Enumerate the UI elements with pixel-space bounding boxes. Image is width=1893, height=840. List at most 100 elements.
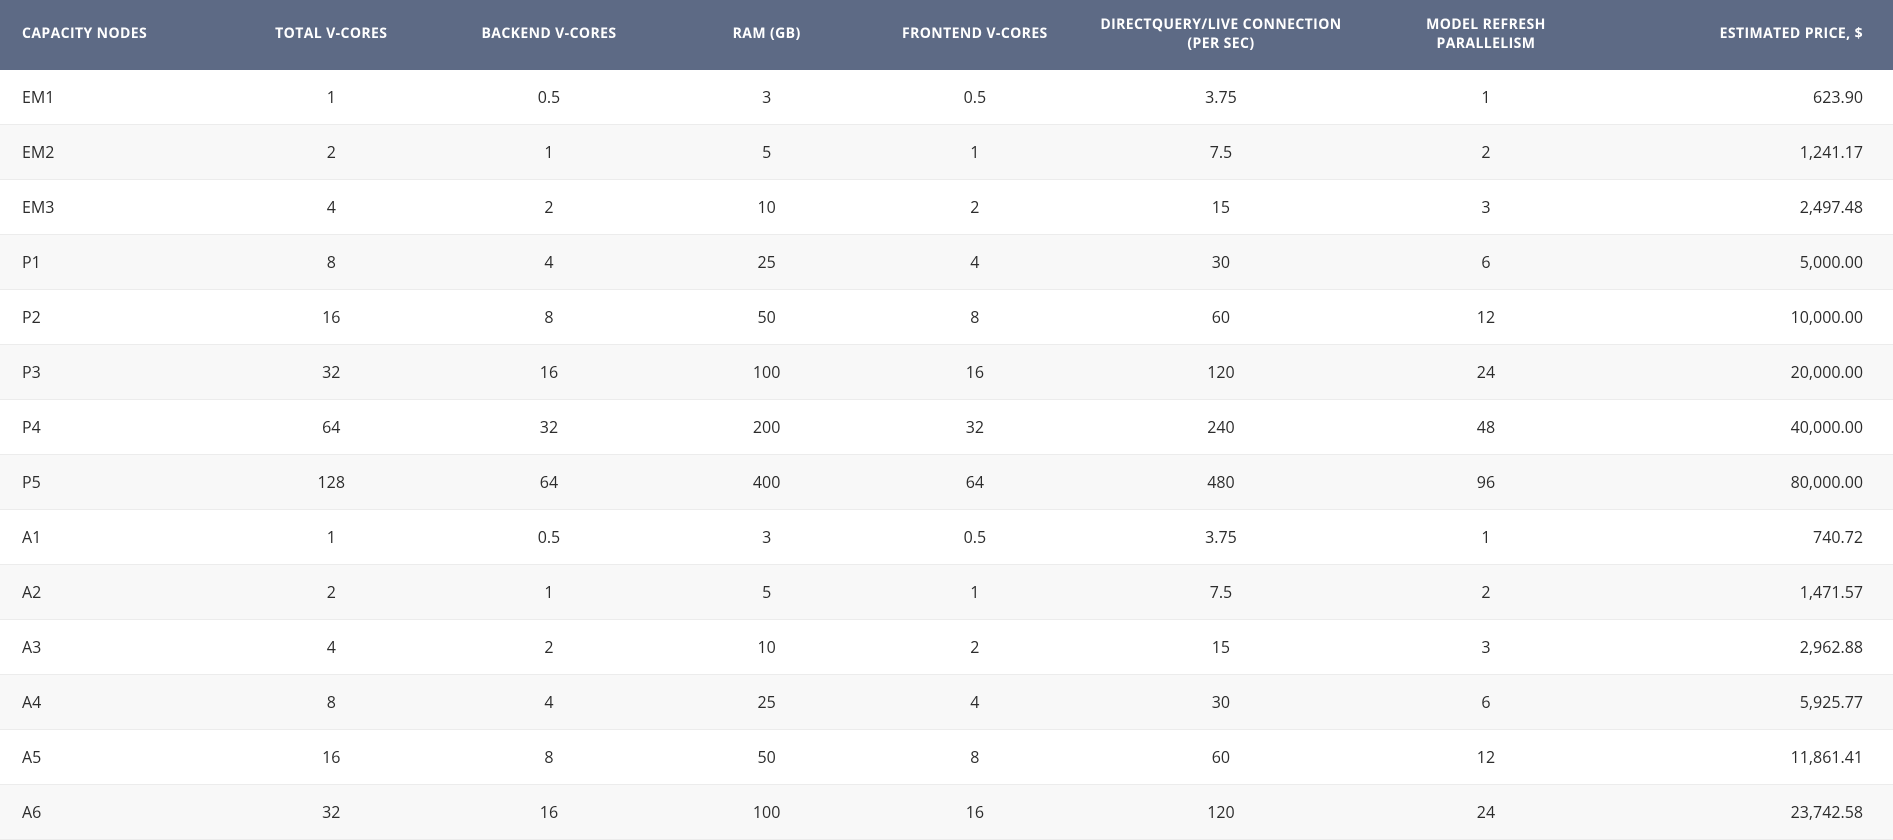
cell-estimated-price: 40,000.00	[1609, 399, 1893, 454]
cell-frontend-vcores: 4	[871, 234, 1079, 289]
cell-dq-live: 7.5	[1079, 124, 1363, 179]
cell-frontend-vcores: 64	[871, 454, 1079, 509]
cell-backend-vcores: 2	[435, 619, 662, 674]
cell-estimated-price: 1,471.57	[1609, 564, 1893, 619]
cell-total-vcores: 16	[227, 729, 435, 784]
cell-refresh-parallel: 12	[1363, 729, 1609, 784]
cell-total-vcores: 2	[227, 124, 435, 179]
cell-dq-live: 60	[1079, 729, 1363, 784]
cell-backend-vcores: 16	[435, 784, 662, 839]
cell-total-vcores: 16	[227, 289, 435, 344]
cell-refresh-parallel: 1	[1363, 509, 1609, 564]
cell-backend-vcores: 2	[435, 179, 662, 234]
table-header: CAPACITY NODES TOTAL V-CORES BACKEND V-C…	[0, 0, 1893, 70]
cell-estimated-price: 5,925.77	[1609, 674, 1893, 729]
cell-total-vcores: 32	[227, 784, 435, 839]
cell-ram-gb: 10	[663, 619, 871, 674]
cell-ram-gb: 5	[663, 124, 871, 179]
col-refresh-parallel: MODEL REFRESH PARALLELISM	[1363, 0, 1609, 70]
cell-frontend-vcores: 2	[871, 179, 1079, 234]
table-row: P2168508601210,000.00	[0, 289, 1893, 344]
cell-frontend-vcores: 0.5	[871, 509, 1079, 564]
table-row: EM110.530.53.751623.90	[0, 70, 1893, 125]
cell-estimated-price: 5,000.00	[1609, 234, 1893, 289]
cell-ram-gb: 400	[663, 454, 871, 509]
cell-estimated-price: 2,962.88	[1609, 619, 1893, 674]
cell-frontend-vcores: 32	[871, 399, 1079, 454]
cell-estimated-price: 2,497.48	[1609, 179, 1893, 234]
table-row: A4842543065,925.77	[0, 674, 1893, 729]
cell-dq-live: 30	[1079, 234, 1363, 289]
cell-refresh-parallel: 3	[1363, 179, 1609, 234]
cell-dq-live: 60	[1079, 289, 1363, 344]
col-frontend-vcores: FRONTEND V-CORES	[871, 0, 1079, 70]
cell-estimated-price: 10,000.00	[1609, 289, 1893, 344]
cell-frontend-vcores: 16	[871, 344, 1079, 399]
cell-total-vcores: 4	[227, 179, 435, 234]
capacity-pricing-table: CAPACITY NODES TOTAL V-CORES BACKEND V-C…	[0, 0, 1893, 840]
cell-dq-live: 120	[1079, 344, 1363, 399]
cell-total-vcores: 32	[227, 344, 435, 399]
cell-frontend-vcores: 8	[871, 289, 1079, 344]
cell-ram-gb: 100	[663, 344, 871, 399]
cell-capacity-node: A2	[0, 564, 227, 619]
cell-total-vcores: 1	[227, 509, 435, 564]
cell-frontend-vcores: 1	[871, 124, 1079, 179]
cell-refresh-parallel: 96	[1363, 454, 1609, 509]
cell-capacity-node: EM1	[0, 70, 227, 125]
cell-capacity-node: A1	[0, 509, 227, 564]
cell-dq-live: 480	[1079, 454, 1363, 509]
table-row: A5168508601211,861.41	[0, 729, 1893, 784]
col-estimated-price: ESTIMATED PRICE, $	[1609, 0, 1893, 70]
col-backend-vcores: BACKEND V-CORES	[435, 0, 662, 70]
cell-total-vcores: 128	[227, 454, 435, 509]
cell-backend-vcores: 0.5	[435, 70, 662, 125]
cell-frontend-vcores: 8	[871, 729, 1079, 784]
cell-ram-gb: 3	[663, 509, 871, 564]
cell-ram-gb: 25	[663, 234, 871, 289]
cell-dq-live: 240	[1079, 399, 1363, 454]
table-row: P46432200322404840,000.00	[0, 399, 1893, 454]
cell-backend-vcores: 64	[435, 454, 662, 509]
col-total-vcores: TOTAL V-CORES	[227, 0, 435, 70]
cell-ram-gb: 25	[663, 674, 871, 729]
cell-estimated-price: 20,000.00	[1609, 344, 1893, 399]
cell-total-vcores: 8	[227, 234, 435, 289]
cell-dq-live: 3.75	[1079, 509, 1363, 564]
cell-capacity-node: P4	[0, 399, 227, 454]
cell-estimated-price: 1,241.17	[1609, 124, 1893, 179]
cell-capacity-node: EM3	[0, 179, 227, 234]
cell-backend-vcores: 4	[435, 674, 662, 729]
table-row: EM3421021532,497.48	[0, 179, 1893, 234]
cell-total-vcores: 64	[227, 399, 435, 454]
pricing-table: CAPACITY NODES TOTAL V-CORES BACKEND V-C…	[0, 0, 1893, 840]
table-row: A63216100161202423,742.58	[0, 784, 1893, 839]
table-row: P1842543065,000.00	[0, 234, 1893, 289]
cell-refresh-parallel: 3	[1363, 619, 1609, 674]
cell-estimated-price: 740.72	[1609, 509, 1893, 564]
cell-backend-vcores: 4	[435, 234, 662, 289]
cell-capacity-node: A6	[0, 784, 227, 839]
cell-ram-gb: 50	[663, 289, 871, 344]
cell-frontend-vcores: 16	[871, 784, 1079, 839]
table-row: P33216100161202420,000.00	[0, 344, 1893, 399]
cell-dq-live: 3.75	[1079, 70, 1363, 125]
cell-ram-gb: 3	[663, 70, 871, 125]
cell-refresh-parallel: 6	[1363, 234, 1609, 289]
table-row: A3421021532,962.88	[0, 619, 1893, 674]
cell-frontend-vcores: 1	[871, 564, 1079, 619]
table-row: A221517.521,471.57	[0, 564, 1893, 619]
cell-refresh-parallel: 12	[1363, 289, 1609, 344]
col-ram-gb: RAM (GB)	[663, 0, 871, 70]
cell-capacity-node: P1	[0, 234, 227, 289]
cell-total-vcores: 1	[227, 70, 435, 125]
cell-ram-gb: 100	[663, 784, 871, 839]
cell-refresh-parallel: 2	[1363, 564, 1609, 619]
cell-frontend-vcores: 0.5	[871, 70, 1079, 125]
cell-refresh-parallel: 24	[1363, 784, 1609, 839]
cell-total-vcores: 8	[227, 674, 435, 729]
cell-backend-vcores: 8	[435, 729, 662, 784]
table-body: EM110.530.53.751623.90EM221517.521,241.1…	[0, 70, 1893, 840]
cell-capacity-node: A4	[0, 674, 227, 729]
cell-total-vcores: 4	[227, 619, 435, 674]
